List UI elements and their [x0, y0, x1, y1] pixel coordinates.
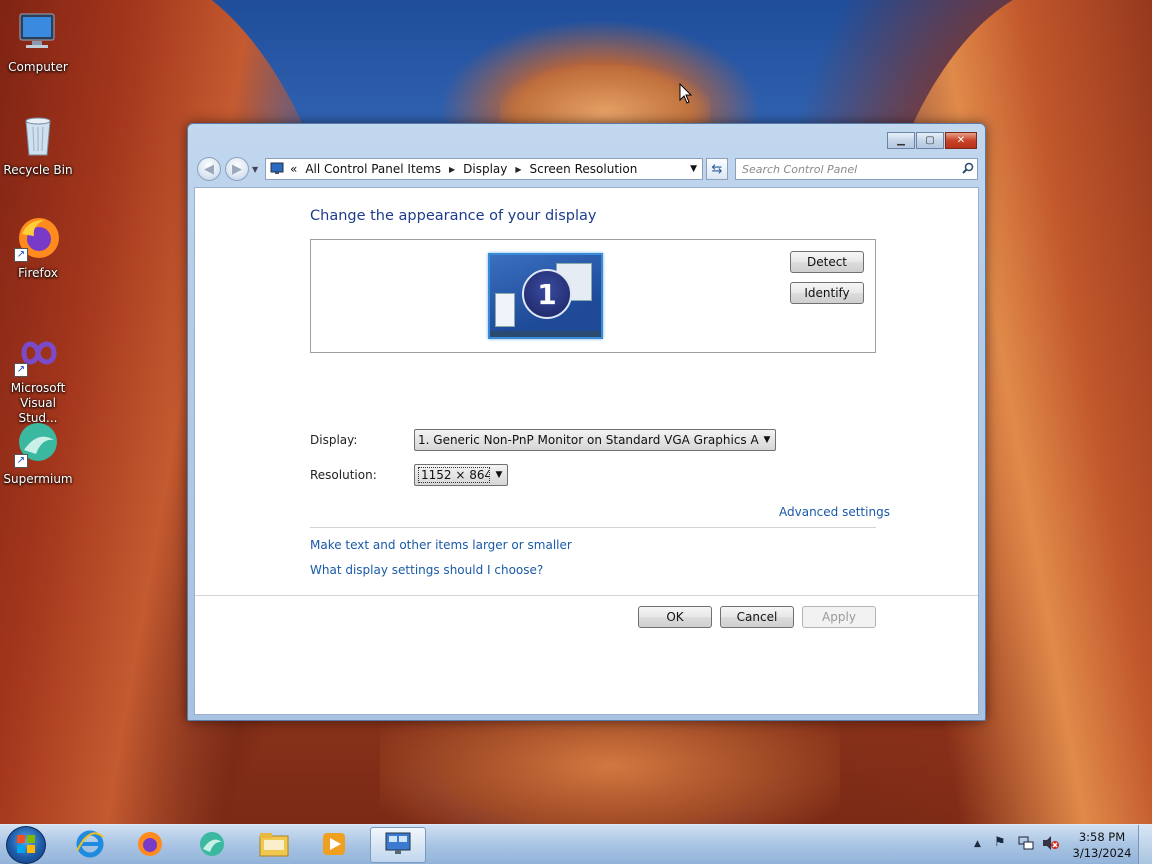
close-button[interactable]: ✕ [945, 132, 977, 149]
taskbar-supermium[interactable] [184, 827, 240, 863]
preview-taskbar-graphic [490, 331, 601, 337]
desktop-icon-recycle-bin[interactable]: Recycle Bin [0, 111, 76, 178]
mouse-cursor-icon [679, 82, 693, 108]
resolution-select[interactable]: 1152 × 864 ▼ [414, 464, 508, 486]
breadcrumb-display[interactable]: Display [463, 162, 507, 176]
display-preview-area: 1 Detect Identify [310, 239, 876, 353]
forward-arrow-icon: ▶ [232, 161, 242, 177]
divider [310, 527, 876, 528]
search-input[interactable] [736, 162, 959, 176]
show-hidden-icons-chevron-icon[interactable]: ▲ [974, 839, 981, 849]
monitor-1-tile[interactable]: 1 [488, 253, 603, 339]
content-pane: Change the appearance of your display 1 … [194, 187, 979, 715]
recycle-bin-icon [14, 111, 62, 159]
recent-pages-chevron-icon[interactable]: ▼ [252, 165, 258, 174]
search-icon[interactable] [959, 162, 977, 177]
shortcut-arrow-icon: ↗ [14, 248, 28, 262]
taskbar-display-control-panel[interactable] [370, 827, 426, 863]
control-panel-icon [270, 161, 284, 178]
taskbar: ▲ ⚑ 3:58 PM 3/13/2024 [0, 824, 1152, 864]
taskbar-file-explorer[interactable] [246, 827, 302, 863]
taskbar-firefox[interactable] [122, 827, 178, 863]
firefox-icon [135, 829, 165, 862]
back-button[interactable]: ◀ [197, 157, 221, 181]
caption-buttons: ▁ ▢ ✕ [886, 132, 977, 149]
desktop-icon-label: Computer [8, 60, 68, 74]
shortcut-arrow-icon: ↗ [14, 454, 28, 468]
search-box[interactable] [735, 158, 978, 180]
display-label: Display: [310, 433, 358, 447]
action-center-flag-icon[interactable]: ⚑ [994, 835, 1006, 850]
show-desktop-button[interactable] [1138, 825, 1152, 864]
network-icon[interactable] [1018, 835, 1034, 855]
desktop-icon-visual-studio[interactable]: ↗ Microsoft Visual Stud... [0, 329, 76, 426]
desktop-icon-label: Recycle Bin [3, 163, 73, 177]
apply-button[interactable]: Apply [802, 606, 876, 628]
refresh-icon: ⇆ [711, 161, 723, 177]
resolution-label: Resolution: [310, 468, 377, 482]
visual-studio-icon: ↗ [14, 329, 62, 377]
clock-time: 3:58 PM [1078, 830, 1126, 844]
supermium-icon: ↗ [14, 420, 62, 468]
taskbar-media-player[interactable] [306, 827, 362, 863]
monitor-number-badge: 1 [522, 269, 572, 319]
text-size-link[interactable]: Make text and other items larger or smal… [310, 538, 572, 552]
forward-button[interactable]: ▶ [225, 157, 249, 181]
breadcrumb-all-control-panel-items[interactable]: All Control Panel Items [305, 162, 441, 176]
desktop-icon-supermium[interactable]: ↗ Supermium [0, 420, 76, 487]
media-player-icon [320, 830, 348, 861]
divider [195, 595, 978, 596]
computer-icon [14, 8, 62, 56]
windows-logo-icon [15, 833, 37, 858]
wallpaper-rock-bottom [380, 710, 840, 824]
address-bar[interactable]: « All Control Panel Items ▶ Display ▶ Sc… [265, 158, 703, 180]
desktop-icon-label: Firefox [18, 266, 58, 280]
preview-window-graphic [495, 293, 515, 327]
page-title: Change the appearance of your display [310, 208, 597, 224]
volume-muted-icon[interactable] [1042, 835, 1060, 855]
resolution-select-value: 1152 × 864 [418, 467, 490, 483]
start-button[interactable] [6, 826, 46, 864]
display-select-value: 1. Generic Non-PnP Monitor on Standard V… [418, 433, 759, 447]
ok-button[interactable]: OK [638, 606, 712, 628]
minimize-button[interactable]: ▁ [887, 132, 915, 149]
breadcrumb-screen-resolution[interactable]: Screen Resolution [530, 162, 638, 176]
firefox-icon: ↗ [14, 214, 62, 262]
desktop-wallpaper: Computer Recycle Bin ↗ Firefox ↗ Microso… [0, 0, 1152, 824]
folder-icon [258, 830, 290, 861]
clock-date: 3/13/2024 [1072, 846, 1132, 860]
breadcrumb-separator-icon[interactable]: ▶ [515, 165, 521, 174]
taskbar-internet-explorer[interactable] [62, 827, 118, 863]
back-arrow-icon: ◀ [204, 161, 214, 177]
address-dropdown-icon[interactable]: ▼ [690, 164, 697, 174]
maximize-button[interactable]: ▢ [916, 132, 944, 149]
display-settings-icon [383, 830, 413, 861]
display-settings-help-link[interactable]: What display settings should I choose? [310, 563, 543, 577]
breadcrumb-separator-icon[interactable]: ▶ [449, 165, 455, 174]
display-select[interactable]: 1. Generic Non-PnP Monitor on Standard V… [414, 429, 776, 451]
internet-explorer-icon [75, 829, 105, 862]
chevron-down-icon: ▼ [763, 435, 771, 445]
desktop-icon-computer[interactable]: Computer [0, 8, 76, 75]
desktop-icon-firefox[interactable]: ↗ Firefox [0, 214, 76, 281]
supermium-icon [197, 829, 227, 862]
shortcut-arrow-icon: ↗ [14, 363, 28, 377]
detect-button[interactable]: Detect [790, 251, 864, 273]
desktop-icon-label: Supermium [3, 472, 73, 486]
breadcrumb-overflow[interactable]: « [290, 162, 297, 176]
identify-button[interactable]: Identify [790, 282, 864, 304]
cancel-button[interactable]: Cancel [720, 606, 794, 628]
advanced-settings-link[interactable]: Advanced settings [779, 505, 890, 519]
system-clock[interactable]: 3:58 PM 3/13/2024 [1064, 829, 1140, 861]
screen-resolution-window[interactable]: ▁ ▢ ✕ ◀ ▶ ▼ « All Control Panel Items ▶ … [187, 123, 986, 721]
refresh-button[interactable]: ⇆ [706, 158, 728, 180]
chevron-down-icon: ▼ [495, 470, 503, 480]
